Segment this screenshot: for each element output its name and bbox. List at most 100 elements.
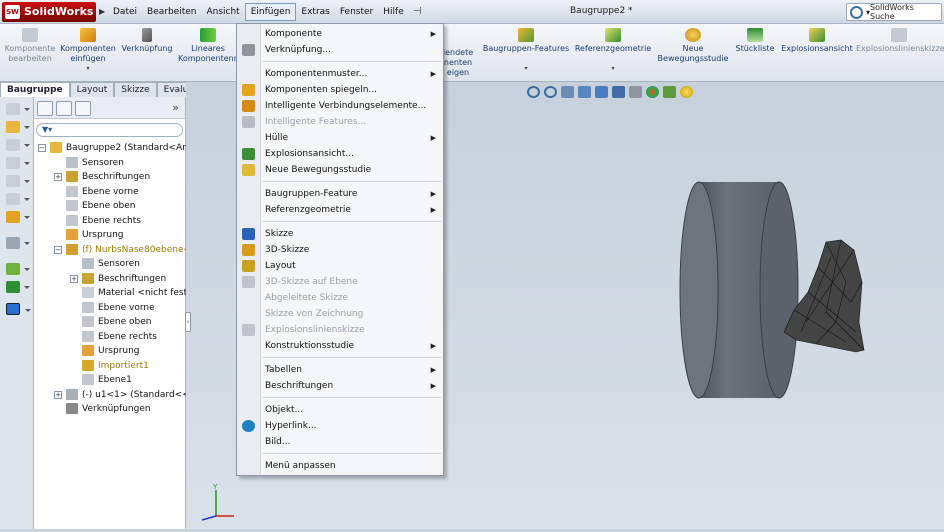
menu-item[interactable]: Baugruppen-Feature ▶: [237, 186, 443, 202]
propertymanager-tab-icon[interactable]: [56, 101, 72, 116]
tool-icon[interactable]: [6, 193, 30, 205]
tree-item[interactable]: Ebene vorne: [34, 185, 186, 200]
tool-icon[interactable]: [6, 175, 30, 187]
menu-einfuegen[interactable]: Einfügen: [244, 3, 297, 21]
tool-icon[interactable]: [6, 139, 30, 151]
tab-skizze[interactable]: Skizze: [114, 82, 157, 97]
tree-expander-icon[interactable]: +: [54, 173, 62, 181]
zoom-area-icon[interactable]: [544, 86, 557, 98]
exploded-view-button[interactable]: Explosionsansicht: [781, 28, 853, 54]
bom-button[interactable]: Stückliste: [734, 28, 776, 54]
tree-item[interactable]: Ebene rechts: [34, 330, 186, 345]
tree-item[interactable]: Ebene oben: [34, 199, 186, 214]
zoom-fit-icon[interactable]: [527, 86, 540, 98]
tree-item[interactable]: − (f) NurbsNase80ebene<1: [34, 243, 186, 258]
tree-item[interactable]: − Baugruppe2 (Standard<An:: [34, 141, 186, 156]
search-box[interactable]: ▾ SolidWorks Suche: [846, 3, 942, 21]
tree-item[interactable]: Importiert1: [34, 359, 186, 374]
hidden-components-button[interactable]: iendete nenten eigen: [440, 48, 476, 78]
tree-item[interactable]: Ursprung: [34, 228, 186, 243]
menu-item[interactable]: Intelligente Verbindungselemente...: [237, 98, 443, 114]
tree-expander-icon[interactable]: +: [54, 390, 62, 399]
tree-item[interactable]: Verknüpfungen: [34, 402, 186, 417]
menu-item[interactable]: Layout: [237, 258, 443, 274]
menu-fenster[interactable]: Fenster: [335, 3, 378, 21]
menu-item[interactable]: Verknüpfung...: [237, 42, 443, 58]
edit-component-button[interactable]: Komponente bearbeiten: [4, 28, 56, 64]
menu-hilfe[interactable]: Hilfe: [378, 3, 408, 21]
tree-item[interactable]: Ursprung: [34, 344, 186, 359]
tool-icon[interactable]: [6, 157, 30, 169]
linear-pattern-button[interactable]: Lineares Komponentenm: [178, 28, 242, 64]
menu-item[interactable]: 3D-Skizze: [237, 242, 443, 258]
menu-item[interactable]: Hyperlink...: [237, 418, 443, 434]
menu-item[interactable]: Explosionsansicht...: [237, 146, 443, 162]
tree-item[interactable]: Ebene oben: [34, 315, 186, 330]
menu-item[interactable]: Menü anpassen: [237, 458, 443, 474]
logo-menu-arrow-icon[interactable]: ▶: [99, 7, 105, 16]
menu-item[interactable]: Konstruktionsstudie ▶: [237, 338, 443, 354]
reference-geometry-button[interactable]: Referenzgeometrie ▾: [574, 28, 652, 74]
tree-filter-input[interactable]: ▼▾: [36, 123, 183, 137]
tree-item[interactable]: Material <nicht festgele: [34, 286, 186, 301]
view-settings-icon[interactable]: [680, 86, 693, 98]
dropdown-arrow-icon[interactable]: ▾: [59, 64, 117, 74]
scene-icon[interactable]: [663, 86, 676, 98]
tool-icon[interactable]: [6, 281, 30, 293]
menu-ansicht[interactable]: Ansicht: [201, 3, 244, 21]
menu-extras[interactable]: Extras: [296, 3, 334, 21]
menu-item[interactable]: Beschriftungen ▶: [237, 378, 443, 394]
tree-expander-icon[interactable]: +: [70, 274, 78, 283]
menu-item[interactable]: Komponentenmuster... ▶: [237, 66, 443, 82]
menu-item[interactable]: Tabellen ▶: [237, 362, 443, 378]
tree-item[interactable]: Ebene rechts: [34, 214, 186, 229]
menu-item[interactable]: Objekt...: [237, 402, 443, 418]
insert-components-button[interactable]: Komponenten einfügen ▾: [59, 28, 117, 74]
tree-item[interactable]: + Beschriftungen: [34, 272, 186, 287]
mate-button[interactable]: Verknüpfung: [120, 28, 174, 54]
tool-icon[interactable]: [6, 103, 30, 115]
hide-show-icon[interactable]: [629, 86, 642, 98]
featuremanager-tab-icon[interactable]: [37, 101, 53, 116]
more-tabs-icon[interactable]: »: [172, 101, 179, 114]
tree-item[interactable]: Ebene1: [34, 373, 186, 388]
menu-datei[interactable]: Datei: [108, 3, 142, 21]
tree-expander-icon[interactable]: −: [38, 144, 46, 152]
tool-icon[interactable]: [6, 211, 30, 223]
menu-item[interactable]: Hülle ▶: [237, 130, 443, 146]
tool-icon[interactable]: [6, 303, 31, 315]
display-style-icon[interactable]: [612, 86, 625, 98]
cylinder-part[interactable]: [679, 181, 799, 399]
dropdown-arrow-icon[interactable]: ▾: [482, 64, 570, 74]
menu-item[interactable]: Neue Bewegungsstudie: [237, 162, 443, 178]
tab-layout[interactable]: Layout: [69, 82, 115, 97]
edit-appearance-icon[interactable]: [646, 86, 659, 98]
menu-item[interactable]: Bild...: [237, 434, 443, 450]
tree-item[interactable]: Ebene vorne: [34, 301, 186, 316]
new-motion-study-button[interactable]: Neue Bewegungsstudie: [657, 28, 729, 64]
tree-item[interactable]: Sensoren: [34, 156, 186, 171]
configurationmanager-tab-icon[interactable]: [75, 101, 91, 116]
tool-icon[interactable]: [6, 237, 30, 249]
dropdown-arrow-icon[interactable]: ▾: [574, 64, 652, 74]
explode-line-sketch-button[interactable]: Explosionslinienskizze: [856, 28, 944, 54]
tree-item[interactable]: + (-) u1<1> (Standard<<S: [34, 388, 186, 403]
tool-icon[interactable]: [6, 121, 30, 133]
menu-item[interactable]: Komponenten spiegeln...: [237, 82, 443, 98]
pin-menu-icon[interactable]: ⊣: [413, 3, 422, 21]
tab-baugruppe[interactable]: Baugruppe: [0, 82, 70, 97]
view-orientation-icon[interactable]: [595, 86, 608, 98]
menu-item[interactable]: Skizze: [237, 226, 443, 242]
menu-item[interactable]: Referenzgeometrie ▶: [237, 202, 443, 218]
panel-splitter-handle[interactable]: ‹: [185, 312, 191, 332]
previous-view-icon[interactable]: [561, 86, 574, 98]
section-view-icon[interactable]: [578, 86, 591, 98]
menu-bearbeiten[interactable]: Bearbeiten: [142, 3, 201, 21]
tree-item[interactable]: Sensoren: [34, 257, 186, 272]
assembly-features-button[interactable]: Baugruppen-Features ▾: [482, 28, 570, 74]
menu-item[interactable]: Komponente ▶: [237, 26, 443, 42]
tree-expander-icon[interactable]: −: [54, 245, 62, 254]
solidworks-logo[interactable]: SW SolidWorks: [2, 2, 96, 22]
tree-item[interactable]: + Beschriftungen: [34, 170, 186, 185]
tool-icon[interactable]: [6, 263, 30, 275]
